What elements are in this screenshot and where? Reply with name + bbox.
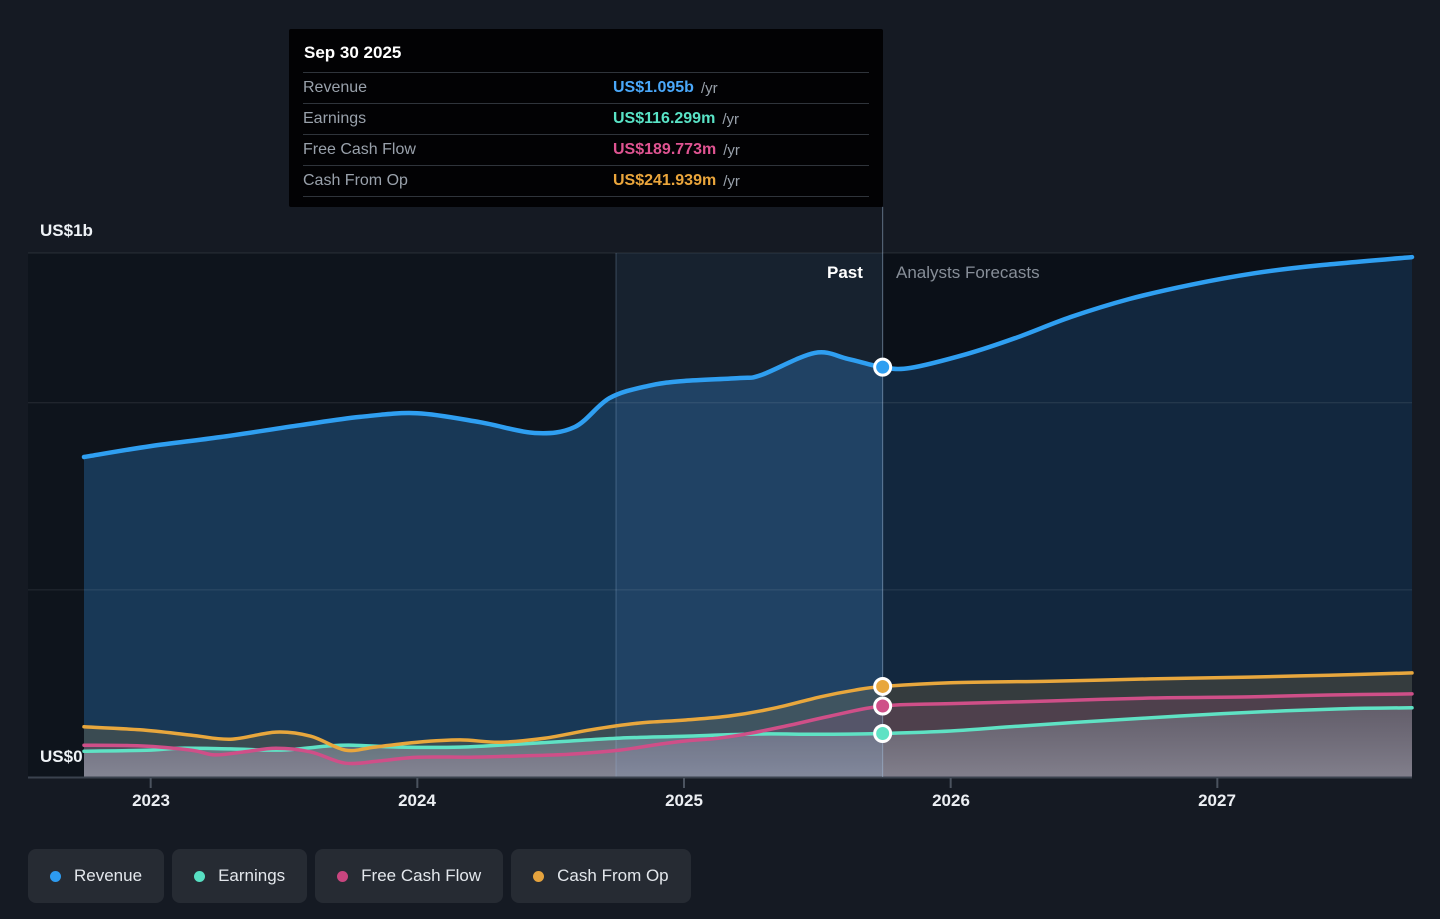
cash-from-op-marker	[873, 676, 893, 696]
tooltip-value-suffix: /yr	[723, 141, 740, 159]
legend-item-earnings[interactable]: Earnings	[172, 849, 308, 903]
y-axis-zero-label: US$0	[40, 747, 83, 766]
free-cash-flow-marker	[873, 696, 893, 716]
chart-tooltip: Sep 30 2025 Revenue US$1.095b /yr Earnin…	[289, 29, 883, 207]
tooltip-value: US$116.299m	[613, 110, 716, 127]
free-cash-flow-dot-icon	[337, 870, 349, 882]
tooltip-label: Free Cash Flow	[303, 141, 416, 158]
chart-legend: Revenue Earnings Free Cash Flow Cash Fro…	[28, 849, 691, 903]
tooltip-value-suffix: /yr	[722, 110, 739, 128]
earnings-dot-icon	[194, 870, 206, 882]
tooltip-row-cash-from-op: Cash From Op US$241.939m /yr	[303, 165, 869, 197]
revenue-marker	[873, 357, 893, 377]
tooltip-row-revenue: Revenue US$1.095b /yr	[303, 72, 869, 103]
analysts-forecasts-label: Analysts Forecasts	[896, 263, 1040, 282]
tooltip-value-suffix: /yr	[723, 172, 740, 190]
tooltip-value: US$241.939m	[613, 172, 717, 189]
x-tick-label-2027: 2027	[1198, 791, 1236, 810]
legend-label: Revenue	[74, 866, 143, 885]
earnings-marker	[873, 723, 893, 743]
legend-label: Cash From Op	[557, 866, 669, 885]
hover-year-band	[616, 253, 883, 777]
x-tick-label-2023: 2023	[132, 791, 170, 810]
tooltip-date: Sep 30 2025	[304, 43, 402, 62]
legend-label: Free Cash Flow	[361, 866, 482, 885]
legend-item-cash-from-op[interactable]: Cash From Op	[511, 849, 691, 903]
x-tick-label-2026: 2026	[932, 791, 970, 810]
tooltip-label: Earnings	[303, 110, 367, 127]
past-label: Past	[827, 263, 863, 282]
tooltip-row-free-cash-flow: Free Cash Flow US$189.773m /yr	[303, 134, 869, 165]
legend-item-free-cash-flow[interactable]: Free Cash Flow	[315, 849, 504, 903]
cash-from-op-dot-icon	[533, 870, 545, 882]
tooltip-value: US$189.773m	[613, 141, 717, 158]
x-tick-label-2025: 2025	[665, 791, 703, 810]
revenue-dot-icon	[50, 870, 61, 882]
legend-label: Earnings	[218, 866, 286, 885]
earnings-revenue-growth-chart: US$1b US$0 Past Analysts Forecasts 2023 …	[0, 0, 1440, 919]
tooltip-row-earnings: Earnings US$116.299m /yr	[303, 103, 869, 134]
y-axis-max-label: US$1b	[40, 221, 93, 240]
tooltip-value: US$1.095b	[613, 79, 694, 96]
tooltip-label: Cash From Op	[303, 172, 408, 189]
x-tick-label-2024: 2024	[398, 791, 436, 810]
tooltip-label: Revenue	[303, 79, 368, 96]
legend-item-revenue[interactable]: Revenue	[28, 849, 165, 903]
tooltip-value-suffix: /yr	[700, 79, 718, 97]
